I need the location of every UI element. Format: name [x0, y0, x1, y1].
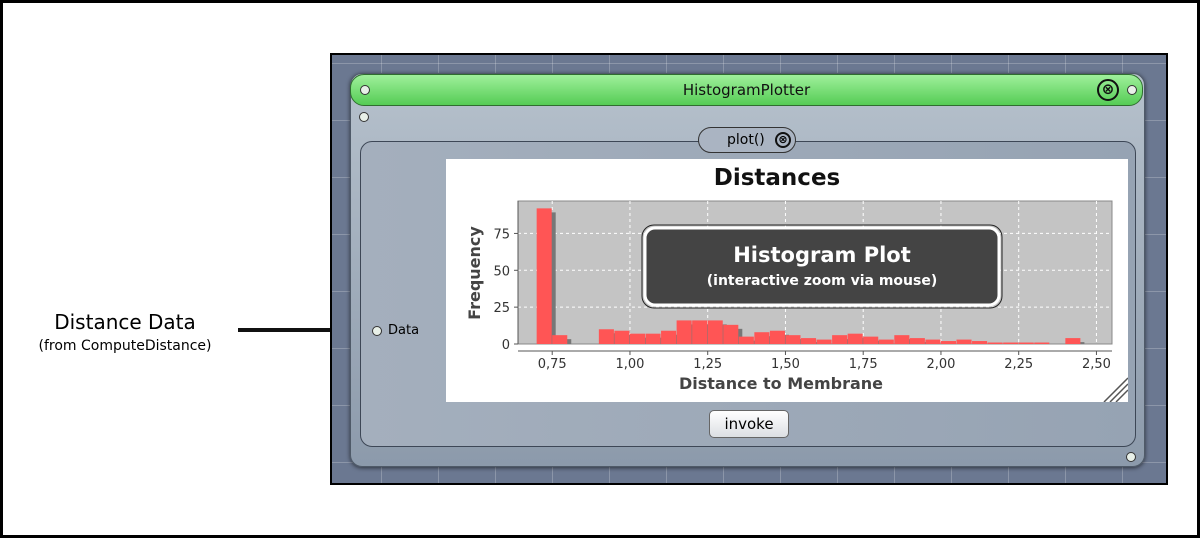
overlay-subtitle: (interactive zoom via mouse) — [707, 273, 937, 289]
data-input-label: Data — [388, 323, 420, 338]
data-input-port-icon[interactable] — [372, 326, 382, 336]
window-bottom-connector-icon[interactable] — [1126, 452, 1136, 462]
histogram-bar — [878, 339, 894, 344]
title-right-connector-icon[interactable] — [1127, 85, 1137, 95]
resize-handle-icon[interactable] — [1102, 376, 1128, 402]
histogram-bar — [894, 335, 910, 344]
x-tick-label: 1,50 — [771, 357, 800, 372]
histogram-bar — [769, 330, 785, 344]
histogram-bar — [536, 208, 552, 344]
x-tick-label: 1,00 — [615, 357, 644, 372]
histogram-bar — [972, 341, 988, 344]
histogram-bar — [723, 324, 739, 344]
y-tick-label: 75 — [493, 227, 510, 242]
zoom-info-overlay: Histogram Plot (interactive zoom via mou… — [641, 224, 1003, 309]
histogram-bar — [692, 320, 708, 344]
method-title-pill: plot() ⊗ — [698, 127, 796, 153]
histogram-bar — [1034, 342, 1050, 344]
histogram-bar — [801, 338, 817, 344]
histogram-bar — [614, 330, 630, 344]
histogram-bar — [661, 330, 677, 344]
window-title: HistogramPlotter — [682, 81, 811, 99]
x-tick-labels: 0,75 1,00 1,25 1,50 1,75 2,00 2,25 2,50 — [538, 351, 1111, 372]
overlay-title: Histogram Plot — [733, 243, 911, 267]
x-tick-label: 0,75 — [538, 357, 567, 372]
callout-subtitle: (from ComputeDistance) — [38, 338, 212, 354]
histogram-bar — [754, 332, 770, 344]
histogram-bar — [598, 329, 614, 344]
y-tick-label: 0 — [502, 338, 510, 353]
histogram-bar — [987, 342, 1003, 344]
y-tick-label: 50 — [493, 264, 510, 279]
y-axis-label: Frequency — [465, 226, 484, 320]
histogram-bar — [676, 320, 692, 344]
histogram-bar — [832, 335, 848, 344]
histogram-bar — [552, 335, 568, 344]
histogram-bar — [1018, 342, 1034, 344]
histogram-bar — [816, 339, 832, 344]
x-tick-label: 2,25 — [1004, 357, 1033, 372]
histogram-bar — [863, 336, 879, 344]
callout-title: Distance Data — [54, 310, 196, 334]
histogram-bar — [940, 341, 957, 344]
window-connector-icon[interactable] — [359, 112, 369, 122]
histogram-bar — [956, 339, 972, 344]
window-close-button[interactable]: ⊗ — [1097, 79, 1119, 101]
histogram-bar — [847, 333, 863, 344]
histogram-bar — [645, 333, 661, 344]
y-tick-label: 25 — [493, 301, 510, 316]
histogram-bar — [738, 336, 754, 344]
histogram-bar — [925, 339, 941, 344]
chart-title: Distances — [714, 165, 840, 191]
histogram-bar — [707, 320, 723, 344]
x-axis-label: Distance to Membrane — [679, 374, 883, 393]
method-label: plot() — [727, 132, 765, 148]
histogram-bar — [629, 333, 646, 344]
histogram-bar — [1065, 338, 1081, 344]
x-tick-label: 2,00 — [926, 357, 955, 372]
x-tick-label: 1,25 — [693, 357, 722, 372]
invoke-button[interactable]: invoke — [709, 410, 789, 438]
histogram-bar — [909, 338, 925, 344]
histogram-bar — [785, 335, 801, 344]
histogram-chart[interactable]: Distances 0 25 50 75 0,75 1,00 1,25 1,50 1,75 2,… — [446, 159, 1128, 402]
histogram-bar — [1003, 342, 1019, 344]
x-tick-label: 1,75 — [849, 357, 878, 372]
y-tick-labels: 0 25 50 75 — [493, 227, 518, 353]
x-tick-label: 2,50 — [1082, 357, 1111, 372]
method-close-button[interactable]: ⊗ — [775, 132, 791, 148]
window-title-bar[interactable]: HistogramPlotter ⊗ — [350, 74, 1143, 106]
